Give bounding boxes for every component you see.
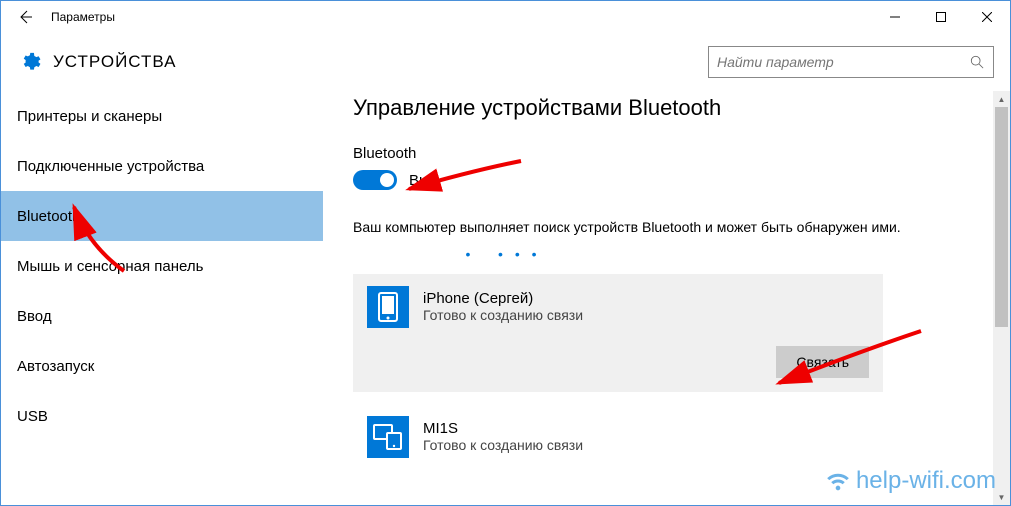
search-icon [969, 54, 985, 70]
device-name: iPhone (Сергей) [423, 290, 583, 307]
device-card[interactable]: MI1S Готово к созданию связи [353, 404, 883, 458]
titlebar: Параметры [1, 1, 1010, 33]
back-button[interactable] [9, 1, 41, 33]
sidebar-item-mouse[interactable]: Мышь и сенсорная панель [1, 241, 323, 291]
sidebar-item-label: Ввод [17, 308, 52, 325]
header: УСТРОЙСТВА [1, 33, 1010, 91]
window-controls [872, 1, 1010, 33]
scrollbar[interactable]: ▲ ▼ [993, 91, 1010, 505]
device-status: Готово к созданию связи [423, 307, 583, 323]
pair-button[interactable]: Связать [776, 346, 869, 378]
header-title: УСТРОЙСТВА [53, 52, 177, 72]
sidebar-item-connected[interactable]: Подключенные устройства [1, 141, 323, 191]
section-label: Bluetooth [353, 145, 980, 162]
device-card-selected[interactable]: iPhone (Сергей) Готово к созданию связи … [353, 274, 883, 392]
sidebar-item-label: USB [17, 408, 48, 425]
sidebar-item-label: Подключенные устройства [17, 158, 204, 175]
device-status: Готово к созданию связи [423, 437, 583, 453]
sidebar-item-label: Автозапуск [17, 358, 94, 375]
search-input[interactable] [717, 54, 969, 70]
toggle-state: Вкл. [409, 172, 439, 189]
scroll-up-icon[interactable]: ▲ [993, 91, 1010, 107]
device-name: MI1S [423, 420, 583, 437]
wifi-icon [824, 467, 852, 495]
close-button[interactable] [964, 1, 1010, 33]
phone-icon [367, 286, 409, 328]
loading-dots: • • • • [353, 246, 653, 262]
page-title: Управление устройствами Bluetooth [353, 95, 980, 121]
sidebar-item-autostart[interactable]: Автозапуск [1, 341, 323, 391]
bluetooth-toggle[interactable] [353, 170, 397, 190]
sidebar-item-printers[interactable]: Принтеры и сканеры [1, 91, 323, 141]
watermark: help-wifi.com [824, 467, 996, 495]
watermark-text: help-wifi.com [856, 467, 996, 495]
scroll-thumb[interactable] [995, 107, 1008, 327]
sidebar-item-input[interactable]: Ввод [1, 291, 323, 341]
sidebar-item-bluetooth[interactable]: Bluetooth [1, 191, 323, 241]
window-title: Параметры [51, 10, 115, 24]
sidebar: Принтеры и сканеры Подключенные устройст… [1, 91, 323, 505]
toggle-row: Вкл. [353, 170, 980, 190]
content: Управление устройствами Bluetooth Blueto… [323, 91, 1010, 505]
device-generic-icon [367, 416, 409, 458]
minimize-button[interactable] [872, 1, 918, 33]
search-box[interactable] [708, 46, 994, 78]
maximize-button[interactable] [918, 1, 964, 33]
sidebar-item-label: Мышь и сенсорная панель [17, 258, 203, 275]
sidebar-item-label: Bluetooth [17, 208, 80, 225]
info-text: Ваш компьютер выполняет поиск устройств … [353, 218, 980, 238]
gear-icon [19, 51, 41, 73]
sidebar-item-usb[interactable]: USB [1, 391, 323, 441]
sidebar-item-label: Принтеры и сканеры [17, 108, 162, 125]
